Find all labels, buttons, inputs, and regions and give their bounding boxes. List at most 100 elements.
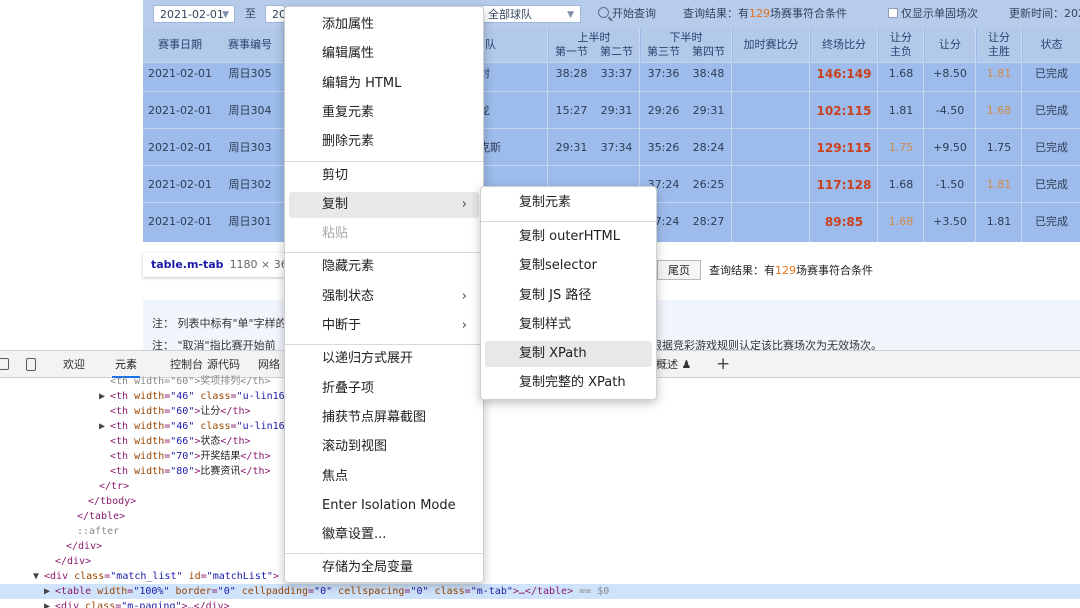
dom-node[interactable]: <th width="66">状态</th> bbox=[0, 434, 251, 449]
dom-tree[interactable]: <th width="60">奖项排列</th> ▶ <th width="46" … bbox=[0, 376, 1080, 608]
chevron-right-icon: › bbox=[461, 288, 467, 304]
dom-node[interactable]: <th width="80">比赛资讯</th> bbox=[0, 464, 271, 479]
menu-item[interactable]: 以递归方式展开 bbox=[289, 346, 479, 372]
dom-node[interactable]: </tbody> bbox=[0, 494, 136, 509]
menu-separator bbox=[285, 553, 483, 555]
date-from-select[interactable]: 2021-02-01 ▼ bbox=[153, 5, 235, 23]
add-tab-icon[interactable]: + bbox=[716, 351, 730, 378]
team-select[interactable]: 全部球队 ▼ bbox=[481, 5, 581, 23]
dom-node[interactable]: ::after bbox=[0, 524, 119, 539]
menu-item[interactable]: Enter Isolation Mode bbox=[289, 493, 479, 519]
dom-node[interactable]: <th width="70">开奖结果</th> bbox=[0, 449, 271, 464]
collapsed-arrow-icon[interactable]: ▶ bbox=[44, 599, 55, 608]
menu-item-label: 捕获节点屏幕截图 bbox=[322, 409, 427, 425]
copy-submenu-item[interactable]: 复制完整的 XPath bbox=[485, 370, 652, 396]
dom-node[interactable]: <th width="60">让分</th> bbox=[0, 404, 251, 419]
dom-node[interactable]: <th width="60">奖项排列</th> bbox=[0, 374, 270, 389]
cell-team: 龙 bbox=[479, 104, 490, 117]
menu-item-label: 复制selector bbox=[519, 258, 597, 274]
menu-item[interactable]: 添加属性 bbox=[289, 12, 479, 38]
cell-final: 89:85 bbox=[824, 215, 864, 229]
search-button[interactable]: 开始查询 bbox=[598, 5, 656, 23]
only-single-checkbox[interactable]: 仅显示单固场次 bbox=[888, 5, 978, 23]
menu-item-label: 存储为全局变量 bbox=[322, 560, 414, 576]
menu-item-label: 剪切 bbox=[322, 167, 349, 183]
menu-item-label: 添加属性 bbox=[322, 17, 375, 32]
search-icon bbox=[598, 7, 609, 18]
device-toolbar-icon[interactable] bbox=[26, 358, 36, 371]
cell-number: 周日303 bbox=[228, 141, 272, 154]
menu-item-label: 重复元素 bbox=[322, 104, 375, 120]
to-label: 至 bbox=[245, 7, 256, 20]
menu-item-label: 滚动到视图 bbox=[322, 439, 388, 455]
collapsed-arrow-icon[interactable]: ▶ bbox=[99, 389, 110, 404]
pager: 尾页 查询结果：有129场赛事符合条件 bbox=[657, 260, 873, 280]
menu-item-label: Enter Isolation Mode bbox=[322, 497, 456, 513]
cell-number: 周日302 bbox=[228, 178, 272, 191]
menu-separator bbox=[481, 221, 656, 223]
dom-node-selected[interactable]: ▶ <table width="100%" border="0" cellpadd… bbox=[0, 584, 1080, 599]
last-page-button[interactable]: 尾页 bbox=[657, 260, 701, 280]
dom-node[interactable]: ▼ <div class="match_list" id="matchList"> bbox=[0, 569, 279, 584]
menu-item[interactable]: 删除元素 bbox=[289, 129, 479, 155]
dom-node[interactable]: </tr> bbox=[0, 479, 129, 494]
col-date: 赛事日期 2021-02-01 2021-02-01 2021-02-01 20… bbox=[143, 28, 217, 242]
cell-home-odds: 1.81 bbox=[986, 215, 1012, 228]
menu-item[interactable]: 编辑为 HTML bbox=[289, 71, 479, 97]
pager-result-suffix: 场赛事符合条件 bbox=[796, 264, 873, 277]
menu-item-label: 复制完整的 XPath bbox=[519, 375, 626, 391]
dom-node[interactable]: ▶ <div class="m-paging">…</div> bbox=[0, 599, 230, 608]
menu-item-label: 复制元素 bbox=[519, 195, 572, 210]
dom-node[interactable]: ▶<th width="46" class="u-lin16"> bbox=[0, 389, 297, 404]
only-single-label: 仅显示单固场次 bbox=[901, 7, 978, 20]
menu-item[interactable]: 重复元素 bbox=[289, 100, 479, 126]
dom-node[interactable]: </div> bbox=[0, 539, 102, 554]
menu-item[interactable]: 焦点 bbox=[289, 464, 479, 490]
date-to-select[interactable]: 202 bbox=[265, 5, 285, 23]
menu-item[interactable]: 中断于 › bbox=[289, 313, 479, 339]
menu-item[interactable]: 复制 › bbox=[289, 191, 479, 218]
col-divider bbox=[809, 28, 810, 242]
menu-item[interactable]: 强制状态 › bbox=[289, 284, 479, 310]
menu-item[interactable]: 隐藏元素 bbox=[289, 254, 479, 280]
menu-item[interactable]: 徽章设置... bbox=[289, 522, 479, 548]
copy-submenu-item[interactable]: 复制元素 bbox=[485, 190, 652, 216]
inspect-element-icon[interactable] bbox=[0, 358, 9, 370]
cell-q2: 37:34 bbox=[600, 141, 633, 154]
copy-submenu-item[interactable]: 复制 JS 路径 bbox=[485, 283, 652, 309]
copy-submenu: 复制元素复制 outerHTML 复制selector 复制 JS 路径复制样式复制… bbox=[480, 186, 657, 400]
menu-item[interactable]: 捕获节点屏幕截图 bbox=[289, 405, 479, 431]
cell-home-odds: 1.75 bbox=[986, 141, 1012, 154]
copy-submenu-item[interactable]: 复制样式 bbox=[485, 312, 652, 338]
cell-second-half: 35:26 28:24 bbox=[641, 130, 731, 166]
copy-submenu-item[interactable]: 复制selector bbox=[485, 253, 652, 279]
menu-item[interactable]: 滚动到视图 bbox=[289, 434, 479, 460]
menu-separator bbox=[285, 252, 483, 254]
cell-away-odds: 1.81 bbox=[888, 104, 914, 117]
menu-item[interactable]: 编辑属性 bbox=[289, 41, 479, 67]
menu-item[interactable]: 存储为全局变量 bbox=[289, 555, 479, 581]
dom-node[interactable]: </table> bbox=[0, 509, 125, 524]
menu-item-label: 复制样式 bbox=[519, 316, 572, 332]
menu-item-label: 粘贴 bbox=[322, 226, 349, 242]
collapsed-arrow-icon[interactable]: ▶ bbox=[44, 584, 55, 599]
dom-node[interactable]: </div> bbox=[0, 554, 91, 569]
col-divider bbox=[923, 28, 924, 242]
copy-submenu-item[interactable]: 复制 XPath bbox=[485, 341, 652, 367]
cell-handicap: +3.50 bbox=[933, 215, 967, 228]
date-from-value: 2021-02-01 bbox=[160, 8, 224, 21]
tooltip-tag: table.m-tab bbox=[151, 258, 224, 271]
expanded-arrow-icon[interactable]: ▼ bbox=[33, 569, 44, 584]
copy-submenu-item[interactable]: 复制 outerHTML bbox=[485, 224, 652, 250]
pager-result-count: 129 bbox=[775, 264, 796, 277]
cell-handicap: +9.50 bbox=[933, 141, 967, 154]
menu-item[interactable]: 剪切 bbox=[289, 163, 479, 189]
menu-item: 粘贴 bbox=[289, 221, 479, 247]
dom-node[interactable]: ▶<th width="46" class="u-lin16"> bbox=[0, 419, 297, 434]
col-divider bbox=[975, 28, 976, 242]
menu-item[interactable]: 折叠子项 bbox=[289, 376, 479, 402]
cell-away-odds: 1.68 bbox=[888, 178, 914, 191]
collapsed-arrow-icon[interactable]: ▶ bbox=[99, 419, 110, 434]
tab-overview[interactable]: 概述 ♟ bbox=[656, 351, 691, 378]
cell-q2: 29:31 bbox=[600, 104, 633, 117]
